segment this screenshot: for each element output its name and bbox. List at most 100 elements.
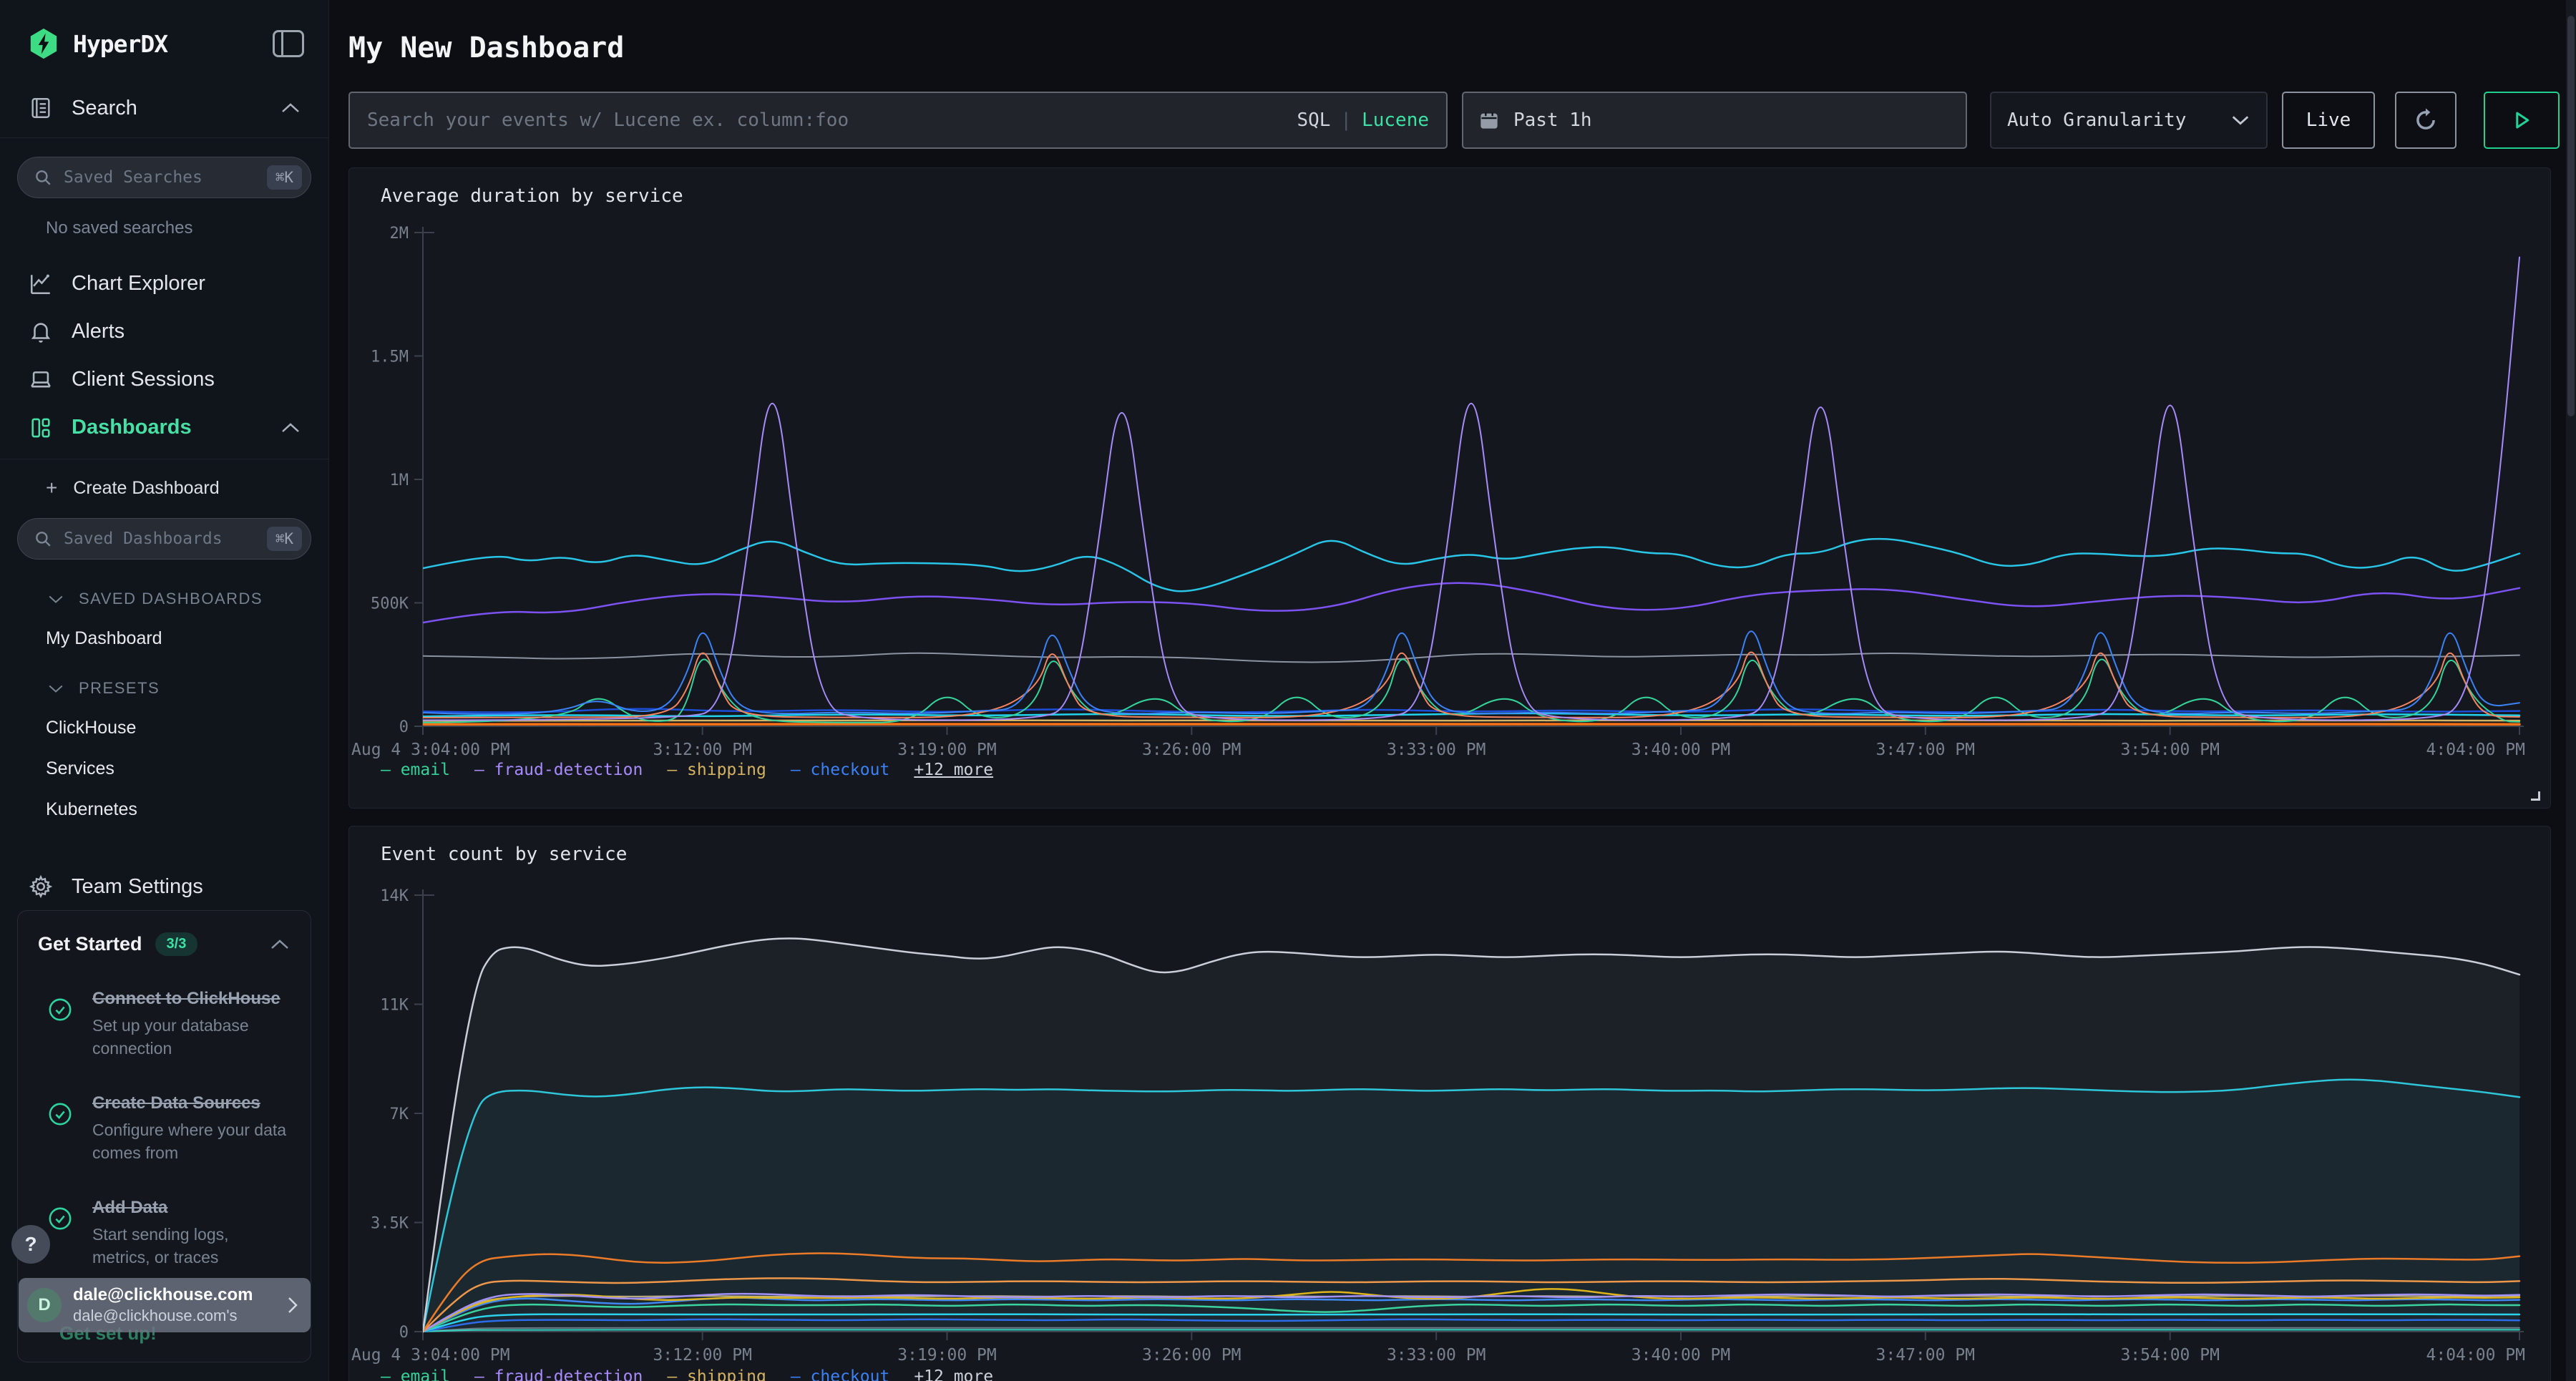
run-query-button[interactable] <box>2484 92 2560 149</box>
sidebar-item-chart-explorer[interactable]: Chart Explorer <box>0 260 328 308</box>
help-button[interactable]: ? <box>11 1225 50 1264</box>
help-label: ? <box>24 1233 36 1256</box>
get-started-item[interactable]: Create Data SourcesConfigure where your … <box>38 1092 291 1165</box>
refresh-button[interactable] <box>2395 92 2457 149</box>
shortcut-badge: ⌘K <box>267 527 302 551</box>
chevron-down-icon <box>47 683 64 694</box>
x-axis-tick-label: Aug 4 3:04:00 PM <box>351 741 510 759</box>
x-axis-tick-label: 3:19:00 PM <box>897 741 996 759</box>
legend-item-checkout[interactable]: — checkout <box>791 1367 889 1381</box>
chart-panel-event-count[interactable]: Event count by service 14K11K7K3.5K0Aug … <box>348 826 2551 1381</box>
legend-item-email[interactable]: — email <box>381 761 450 779</box>
user-menu[interactable]: D dale@clickhouse.com dale@clickhouse.co… <box>19 1278 311 1332</box>
live-label: Live <box>2306 109 2351 131</box>
legend-more-link[interactable]: +12 more <box>914 1367 993 1381</box>
gear-icon <box>29 874 53 899</box>
chart-legend: — email — fraud-detection — shipping — chec… <box>381 761 993 779</box>
section-header-presets[interactable]: PRESETS <box>47 679 328 698</box>
sidebar-item-dashboards[interactable]: Dashboards <box>0 404 328 452</box>
y-axis-tick-label: 11K <box>380 997 409 1015</box>
task-description: Configure where your data comes from <box>92 1119 291 1164</box>
hyperdx-logo-icon <box>27 27 60 60</box>
x-axis-tick-label: 3:12:00 PM <box>653 1346 751 1365</box>
task-title: Add Data <box>92 1196 291 1219</box>
legend-item-email[interactable]: — email <box>381 1367 450 1381</box>
x-axis-tick-label: 3:47:00 PM <box>1876 1346 1975 1365</box>
legend-more-link[interactable]: +12 more <box>914 761 993 779</box>
task-description: Set up your database connection <box>92 1015 291 1060</box>
section-header-saved-dashboards[interactable]: SAVED DASHBOARDS <box>47 590 328 608</box>
y-axis-tick-label: 0 <box>399 718 409 736</box>
sidebar: HyperDX Search Saved Searches ⌘K No save… <box>0 0 329 1381</box>
event-search-input[interactable]: Search your events w/ Lucene ex. column:… <box>348 92 1448 149</box>
sidebar-item-search[interactable]: Search <box>0 96 328 138</box>
chevron-up-icon[interactable] <box>269 938 291 951</box>
series-line-fraud-detection <box>423 258 2519 721</box>
sidebar-item-alerts[interactable]: Alerts <box>0 308 328 356</box>
sidebar-item-team-settings[interactable]: Team Settings <box>0 874 328 899</box>
saved-searches-input[interactable]: Saved Searches ⌘K <box>17 157 311 198</box>
main-content: My New Dashboard Search your events w/ L… <box>329 0 2576 1381</box>
dashboard-link-clickhouse[interactable]: ClickHouse <box>46 718 328 738</box>
section-title: SAVED DASHBOARDS <box>79 590 263 608</box>
legend-item-checkout[interactable]: — checkout <box>791 761 889 779</box>
calendar-icon <box>1479 109 1499 131</box>
sidebar-item-label: Chart Explorer <box>72 272 205 296</box>
get-started-item[interactable]: Connect to ClickHouse Set up your databas… <box>38 987 291 1060</box>
sidebar-item-label: Dashboards <box>72 416 192 439</box>
x-axis-tick-label: Aug 4 3:04:00 PM <box>351 1346 510 1365</box>
scrollbar[interactable] <box>2566 0 2576 1381</box>
y-axis-tick-label: 7K <box>390 1106 409 1123</box>
saved-dashboards-input[interactable]: Saved Dashboards ⌘K <box>17 518 311 560</box>
y-axis-tick-label: 3.5K <box>371 1215 409 1233</box>
chevron-right-icon <box>286 1295 299 1315</box>
chevron-up-icon[interactable] <box>280 102 301 114</box>
x-axis-tick-label: 3:40:00 PM <box>1631 741 1730 759</box>
sidebar-item-label: Client Sessions <box>72 368 215 391</box>
scrollbar-thumb[interactable] <box>2567 16 2575 416</box>
shortcut-badge: ⌘K <box>267 165 302 190</box>
logo-row: HyperDX <box>0 0 328 60</box>
live-button[interactable]: Live <box>2282 92 2375 149</box>
chart-panel-avg-duration[interactable]: Average duration by service 2M1.5M1M500K… <box>348 167 2551 809</box>
section-title: PRESETS <box>79 679 160 698</box>
series-line-unlabeled-gray <box>423 653 2519 663</box>
page-title: My New Dashboard <box>348 31 2560 64</box>
search-icon <box>34 168 52 187</box>
saved-searches-placeholder: Saved Searches <box>64 168 203 187</box>
create-dashboard-button[interactable]: + Create Dashboard <box>46 477 328 499</box>
plus-icon: + <box>46 477 57 499</box>
user-org: dale@clickhouse.com's <box>73 1307 253 1325</box>
x-axis-tick-label: 3:54:00 PM <box>2120 1346 2219 1365</box>
sidebar-item-label: Search <box>72 97 137 120</box>
x-axis-tick-label: 3:47:00 PM <box>1876 741 1975 759</box>
sql-mode-toggle[interactable]: SQL <box>1297 109 1330 131</box>
get-started-item[interactable]: Add DataStart sending logs, metrics, or … <box>38 1196 291 1269</box>
chevron-up-icon[interactable] <box>280 421 301 434</box>
sidebar-collapse-icon[interactable] <box>273 30 304 57</box>
granularity-select[interactable]: Auto Granularity <box>1990 92 2268 149</box>
dashboard-link-my-dashboard[interactable]: My Dashboard <box>46 628 328 649</box>
x-axis-tick-label: 3:54:00 PM <box>2120 741 2219 759</box>
check-circle-icon <box>48 1206 72 1231</box>
series-line-checkout <box>423 631 2519 714</box>
chevron-down-icon <box>2230 114 2250 127</box>
team-settings-label: Team Settings <box>72 875 203 899</box>
dashboard-link-kubernetes[interactable]: Kubernetes <box>46 799 328 820</box>
lucene-mode-toggle[interactable]: Lucene <box>1362 109 1429 131</box>
legend-item-shipping[interactable]: — shipping <box>667 761 766 779</box>
user-email: dale@clickhouse.com <box>73 1285 253 1305</box>
legend-item-fraud-detection[interactable]: — fraud-detection <box>474 1367 643 1381</box>
task-title: Connect to ClickHouse <box>92 987 291 1010</box>
dashboard-link-services[interactable]: Services <box>46 758 328 779</box>
sidebar-item-client-sessions[interactable]: Client Sessions <box>0 356 328 404</box>
x-axis-tick-label: 4:04:00 PM <box>2426 1346 2525 1365</box>
legend-item-shipping[interactable]: — shipping <box>667 1367 766 1381</box>
legend-item-fraud-detection[interactable]: — fraud-detection <box>474 761 643 779</box>
app-root: HyperDX Search Saved Searches ⌘K No save… <box>0 0 2576 1381</box>
panel-resize-handle[interactable] <box>2531 791 2540 801</box>
sidebar-item-label: Alerts <box>72 320 125 343</box>
play-icon <box>2511 109 2532 131</box>
time-range-picker[interactable]: Past 1h <box>1462 92 1967 149</box>
x-axis-tick-label: 3:19:00 PM <box>897 1346 996 1365</box>
